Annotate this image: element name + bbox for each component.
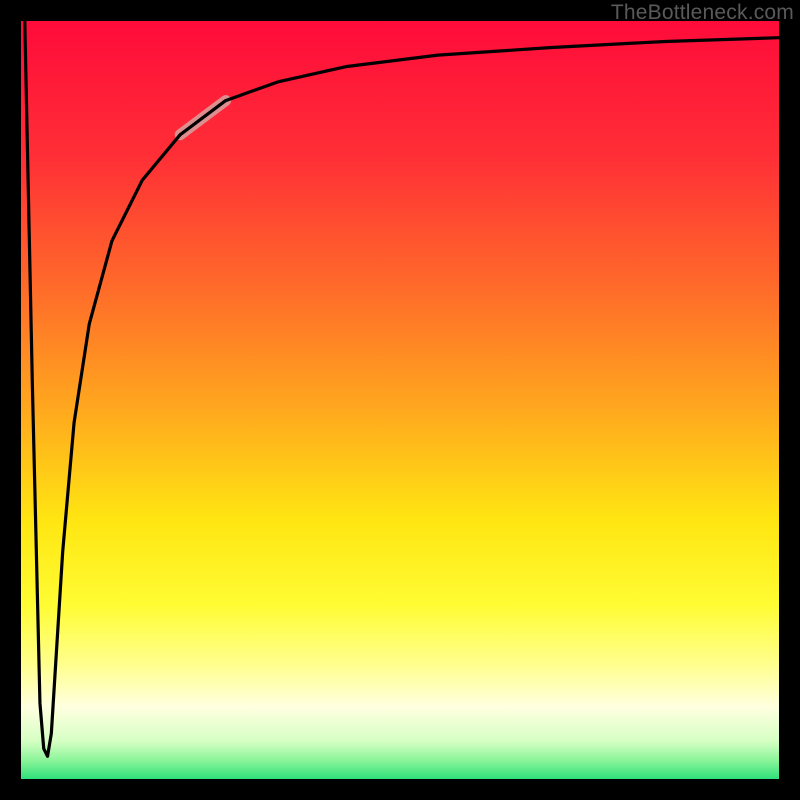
- bottleneck-curve: [25, 21, 779, 756]
- curve-layer: [21, 21, 779, 779]
- watermark-text: TheBottleneck.com: [611, 1, 794, 25]
- plot-area: [21, 21, 779, 779]
- chart-frame: TheBottleneck.com: [0, 0, 800, 800]
